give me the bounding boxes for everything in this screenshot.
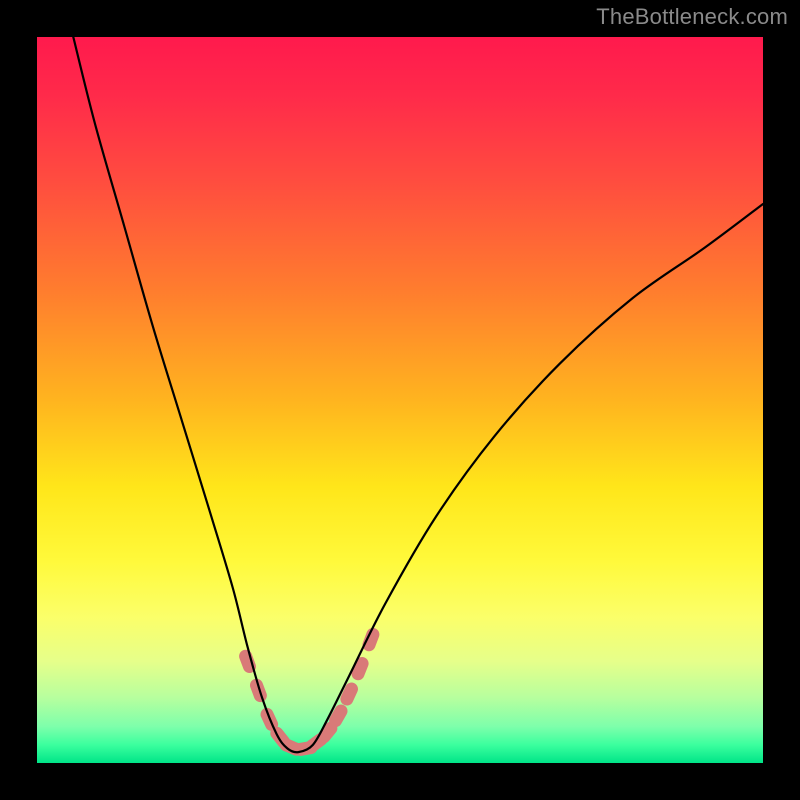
bottleneck-curve bbox=[73, 37, 763, 752]
marker-dash bbox=[358, 664, 362, 674]
marker-dash bbox=[246, 656, 250, 666]
marker-dash bbox=[336, 711, 341, 721]
curve-layer bbox=[37, 37, 763, 763]
chart-frame: TheBottleneck.com bbox=[0, 0, 800, 800]
plot-area bbox=[37, 37, 763, 763]
marker-dash bbox=[347, 689, 352, 699]
marker-dash bbox=[324, 728, 331, 737]
watermark-label: TheBottleneck.com bbox=[596, 4, 788, 30]
highlight-markers bbox=[246, 634, 373, 749]
